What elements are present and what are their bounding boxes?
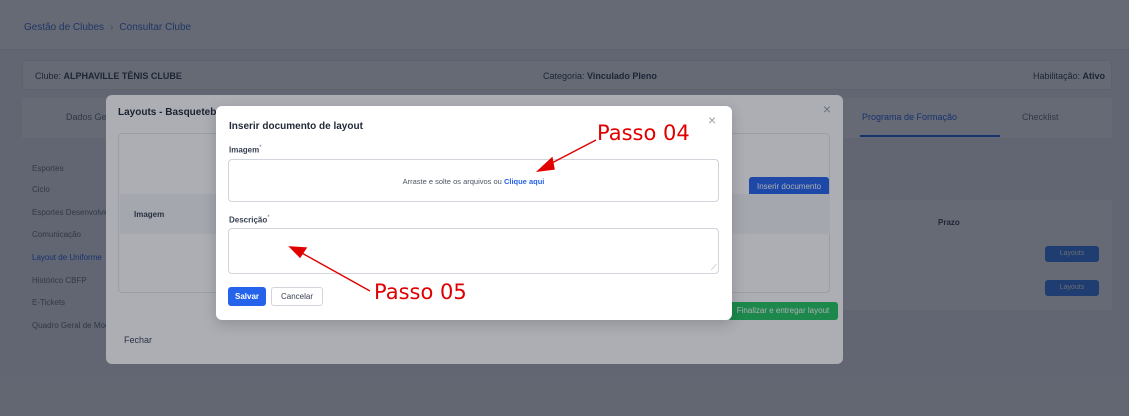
resize-handle-icon[interactable]: ⟋	[711, 263, 730, 319]
required-mark: *	[259, 145, 262, 151]
required-mark: *	[267, 215, 270, 221]
save-button[interactable]: Salvar	[228, 287, 266, 306]
description-field-label: Descrição*	[229, 215, 270, 225]
image-field-label: Imagem*	[229, 145, 262, 155]
dropzone-click-link[interactable]: Clique aqui	[504, 177, 544, 186]
file-dropzone[interactable]: Arraste e solte os arquivos ou Clique aq…	[228, 159, 719, 202]
close-icon[interactable]: ×	[708, 112, 716, 128]
step5-annotation: Passo 05	[374, 280, 467, 304]
dropzone-text: Arraste e solte os arquivos ou	[402, 177, 502, 186]
description-textarea[interactable]	[228, 228, 719, 274]
insert-modal-title: Inserir documento de layout	[229, 121, 363, 132]
cancel-button[interactable]: Cancelar	[271, 287, 323, 306]
step4-annotation: Passo 04	[597, 121, 690, 145]
